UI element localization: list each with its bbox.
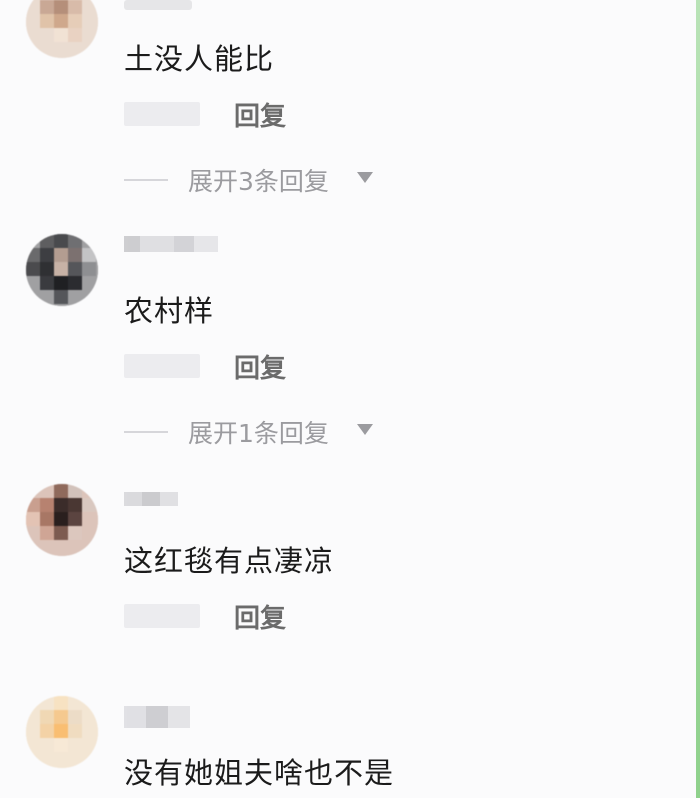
- comment-text: 没有她姐夫啥也不是: [124, 756, 395, 790]
- comment-text: 农村样: [124, 294, 215, 328]
- expand-replies-label: 展开3条回复: [188, 167, 329, 196]
- expand-replies-button[interactable]: 展开1条回复: [124, 414, 384, 448]
- timestamp-blurred: [124, 604, 200, 628]
- avatar[interactable]: [26, 234, 98, 306]
- comment-item: 没有她姐夫啥也不是: [0, 690, 696, 798]
- comment-item: 这红毯有点凄凉 回复: [0, 478, 696, 658]
- comment-item: 农村样 回复 展开1条回复: [0, 228, 696, 458]
- avatar[interactable]: [26, 696, 98, 768]
- avatar[interactable]: [26, 0, 98, 58]
- divider-line: [124, 179, 168, 181]
- timestamp-blurred: [124, 102, 200, 126]
- timestamp-blurred: [124, 354, 200, 378]
- comment-item: 土没人能比 回复 展开3条回复: [0, 0, 696, 210]
- caret-down-icon: [357, 424, 373, 435]
- expand-replies-label: 展开1条回复: [188, 419, 329, 448]
- username-blurred[interactable]: [124, 236, 218, 252]
- reply-button[interactable]: 回复: [234, 96, 286, 133]
- comment-text: 土没人能比: [124, 42, 275, 76]
- comment-text: 这红毯有点凄凉: [124, 544, 335, 578]
- reply-button[interactable]: 回复: [234, 348, 286, 385]
- caret-down-icon: [357, 172, 373, 183]
- username-blurred[interactable]: [124, 706, 190, 728]
- avatar[interactable]: [26, 484, 98, 556]
- expand-replies-button[interactable]: 展开3条回复: [124, 162, 384, 196]
- divider-line: [124, 431, 168, 433]
- green-edge-strip: [696, 0, 700, 798]
- reply-button[interactable]: 回复: [234, 598, 286, 635]
- username-blurred[interactable]: [124, 492, 178, 506]
- username-blurred[interactable]: [124, 0, 192, 10]
